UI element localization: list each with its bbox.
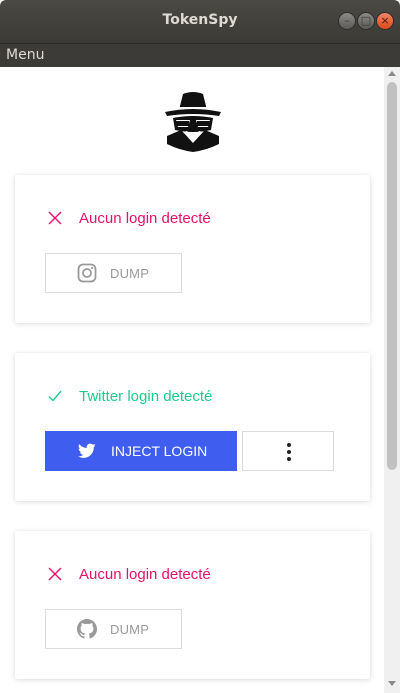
scroll-up-icon[interactable] <box>388 71 396 76</box>
status-row: Aucun login detecté <box>48 207 211 229</box>
spy-icon <box>165 92 221 152</box>
status-text: Twitter login detecté <box>79 387 213 405</box>
minimize-button[interactable]: – <box>338 12 356 30</box>
more-options-button[interactable] <box>242 431 334 471</box>
check-icon <box>48 390 62 402</box>
app-window: TokenSpy – □ × Menu Aucun login detecté <box>0 0 400 693</box>
close-button[interactable]: × <box>376 12 394 30</box>
cross-icon <box>48 567 62 581</box>
cross-icon <box>48 211 62 225</box>
instagram-icon <box>77 263 97 283</box>
login-card-github: Aucun login detecté DUMP <box>15 531 370 679</box>
menu-item-menu[interactable]: Menu <box>6 47 44 63</box>
dump-button[interactable]: DUMP <box>45 609 182 649</box>
inject-login-label: INJECT LOGIN <box>111 443 208 459</box>
status-text: Aucun login detecté <box>79 209 211 227</box>
login-card-instagram: Aucun login detecté DUMP <box>15 175 370 323</box>
inject-login-button[interactable]: INJECT LOGIN <box>45 431 237 471</box>
menu-bar: Menu <box>0 43 400 67</box>
dump-button-label: DUMP <box>110 265 150 281</box>
dump-button-label: DUMP <box>110 621 150 637</box>
scroll-thumb[interactable] <box>387 82 397 470</box>
scroll-down-icon[interactable] <box>388 681 396 686</box>
title-bar[interactable]: TokenSpy – □ × <box>0 0 400 43</box>
maximize-button[interactable]: □ <box>357 12 375 30</box>
dump-button[interactable]: DUMP <box>45 253 182 293</box>
status-text: Aucun login detecté <box>79 565 211 583</box>
vertical-scrollbar[interactable] <box>384 67 400 693</box>
status-row: Aucun login detecté <box>48 563 211 585</box>
github-icon <box>77 619 97 639</box>
status-row: Twitter login detecté <box>48 385 212 407</box>
login-card-twitter: Twitter login detecté INJECT LOGIN <box>15 353 370 501</box>
twitter-icon <box>78 443 96 458</box>
